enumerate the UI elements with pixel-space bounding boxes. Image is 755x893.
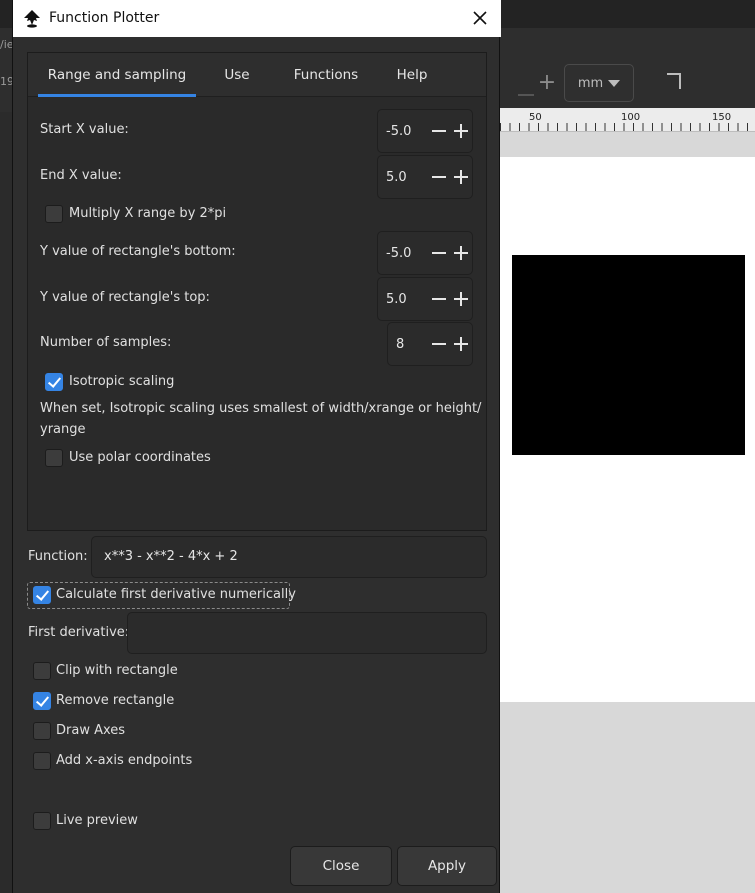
end-x-value[interactable]: 5.0: [378, 170, 428, 185]
live-preview-checkbox[interactable]: [33, 812, 51, 830]
multiply-pi-checkbox[interactable]: [45, 205, 63, 223]
minus-icon[interactable]: [428, 116, 450, 146]
minus-icon[interactable]: [428, 284, 450, 314]
tab-functions[interactable]: Functions: [286, 53, 366, 97]
ruler-label-150: 150: [712, 112, 732, 123]
start-x-value[interactable]: -5.0: [378, 124, 428, 139]
unit-dropdown[interactable]: mm: [564, 64, 634, 102]
clip-rectangle-label[interactable]: Clip with rectangle: [56, 663, 178, 678]
polar-label[interactable]: Use polar coordinates: [69, 450, 211, 465]
left-strip-text-3: 19: [0, 75, 12, 88]
black-rectangle[interactable]: [512, 255, 745, 455]
corner-icon[interactable]: [667, 73, 681, 89]
y-top-label: Y value of rectangle's top:: [40, 290, 210, 305]
end-x-label: End X value:: [40, 168, 122, 183]
y-top-value[interactable]: 5.0: [378, 292, 428, 307]
dialog-titlebar[interactable]: Function Plotter: [13, 0, 501, 37]
calc-derivative-label[interactable]: Calculate first derivative numerically: [56, 587, 296, 602]
draw-axes-label[interactable]: Draw Axes: [56, 723, 125, 738]
minus-icon[interactable]: [428, 329, 450, 359]
tab-bar: Range and sampling Use Functions Help: [28, 53, 486, 97]
app-left-strip: m /ie 19: [0, 28, 12, 158]
function-label: Function:: [28, 549, 88, 564]
zoom-plus-icon[interactable]: +: [535, 70, 559, 96]
ruler-ticks: [500, 123, 755, 131]
isotropic-note-line2: yrange: [40, 422, 86, 437]
horizontal-ruler[interactable]: 50 100 150: [500, 108, 755, 132]
unit-label: mm: [577, 75, 604, 91]
plus-icon[interactable]: [450, 162, 472, 192]
start-x-spinbox[interactable]: -5.0: [377, 109, 473, 153]
remove-rectangle-label[interactable]: Remove rectangle: [56, 693, 174, 708]
minus-icon[interactable]: [428, 238, 450, 268]
samples-spinbox[interactable]: 8: [387, 322, 473, 366]
isotropic-note-line1: When set, Isotropic scaling uses smalles…: [40, 401, 482, 416]
plus-icon[interactable]: [450, 284, 472, 314]
toolbar-separator: [518, 70, 534, 96]
samples-label: Number of samples:: [40, 335, 172, 350]
left-strip-text-2: /ie: [0, 38, 12, 51]
close-button[interactable]: Close: [290, 846, 392, 886]
y-top-spinbox[interactable]: 5.0: [377, 277, 473, 321]
end-x-spinbox[interactable]: 5.0: [377, 155, 473, 199]
samples-value[interactable]: 8: [388, 337, 428, 352]
multiply-pi-label[interactable]: Multiply X range by 2*pi: [69, 206, 226, 221]
settings-notebook: Range and sampling Use Functions Help St…: [27, 52, 487, 531]
plus-icon[interactable]: [450, 329, 472, 359]
close-icon[interactable]: [467, 5, 493, 31]
first-derivative-input[interactable]: [127, 612, 487, 654]
dialog-title: Function Plotter: [49, 10, 160, 26]
plus-icon[interactable]: [450, 116, 472, 146]
y-bottom-value[interactable]: -5.0: [378, 246, 428, 261]
start-x-label: Start X value:: [40, 122, 129, 137]
inkscape-icon: [24, 10, 40, 28]
plus-icon[interactable]: [450, 238, 472, 268]
draw-axes-checkbox[interactable]: [33, 722, 51, 740]
calc-derivative-checkbox[interactable]: [33, 586, 51, 604]
function-plotter-dialog: Function Plotter Range and sampling Use …: [12, 0, 501, 893]
remove-rectangle-checkbox[interactable]: [33, 692, 51, 710]
isotropic-checkbox[interactable]: [45, 373, 63, 391]
y-bottom-label: Y value of rectangle's bottom:: [40, 244, 236, 259]
minus-icon[interactable]: [428, 162, 450, 192]
clip-rectangle-checkbox[interactable]: [33, 662, 51, 680]
function-input[interactable]: x**3 - x**2 - 4*x + 2: [91, 536, 487, 578]
live-preview-label[interactable]: Live preview: [56, 813, 138, 828]
x-axis-endpoints-checkbox[interactable]: [33, 752, 51, 770]
apply-button[interactable]: Apply: [397, 846, 497, 886]
ruler-label-50: 50: [529, 112, 542, 123]
isotropic-label[interactable]: Isotropic scaling: [69, 374, 174, 389]
y-bottom-spinbox[interactable]: -5.0: [377, 231, 473, 275]
first-derivative-label: First derivative:: [28, 625, 130, 640]
tab-use[interactable]: Use: [214, 53, 260, 97]
ruler-label-100: 100: [621, 112, 641, 123]
polar-checkbox[interactable]: [45, 449, 63, 467]
chevron-down-icon: [608, 79, 621, 87]
x-axis-endpoints-label[interactable]: Add x-axis endpoints: [56, 753, 192, 768]
tab-range-and-sampling[interactable]: Range and sampling: [38, 53, 196, 97]
tab-help[interactable]: Help: [392, 53, 432, 97]
